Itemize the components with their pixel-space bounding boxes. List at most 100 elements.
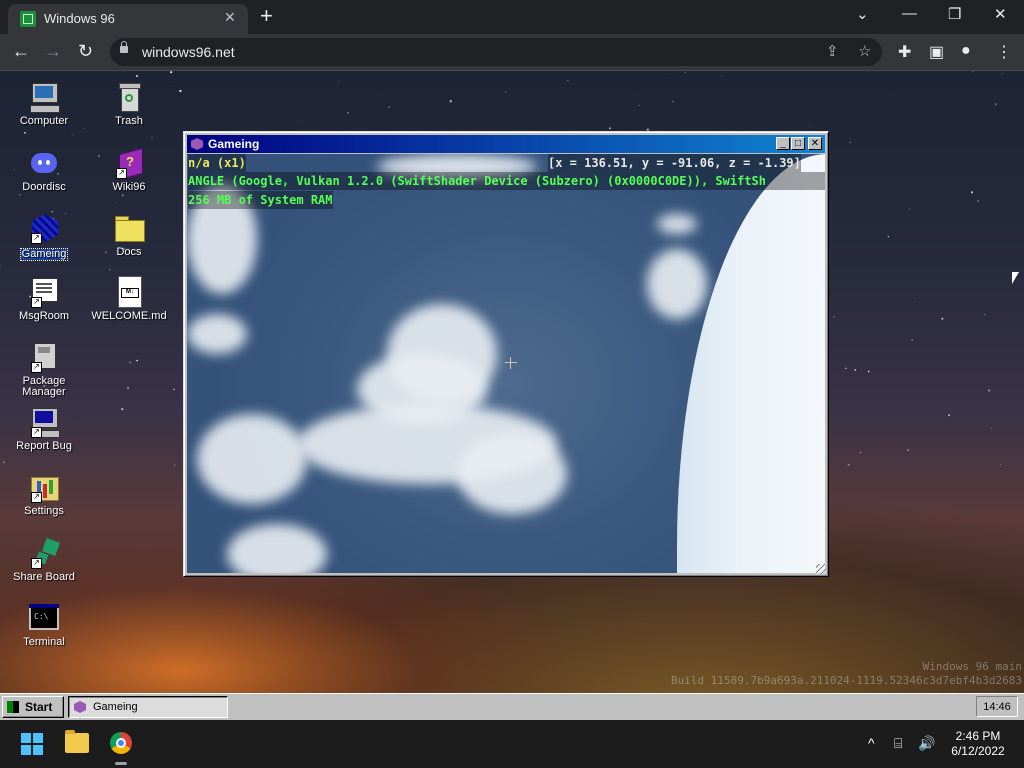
star	[18, 194, 21, 196]
back-button[interactable]: ←	[12, 41, 30, 61]
game-viewport[interactable]: n/a (x1) [x = 136.51, y = -91.06, z = -1…	[187, 154, 825, 573]
desktop-icon-label: Settings	[24, 505, 64, 517]
desktop-icon-gameing[interactable]: ↗ Gameing	[6, 212, 82, 262]
chrome-menu-icon[interactable]: ⋮	[996, 42, 1012, 62]
hud-mode: n/a (x1)	[188, 154, 246, 172]
star	[505, 91, 507, 93]
star	[849, 141, 851, 144]
desktop-icon-label: Share Board	[13, 571, 75, 583]
star	[338, 81, 339, 83]
share-icon[interactable]: ⇪	[826, 42, 839, 60]
star	[999, 463, 1002, 466]
gameing-cube-icon: ↗	[28, 212, 60, 244]
taskbar-item-gameing[interactable]: Gameing	[68, 696, 228, 718]
star	[567, 80, 569, 82]
star	[867, 370, 870, 373]
restore-button[interactable]: ❐	[948, 5, 961, 23]
desktop-icon-welcome-md[interactable]: M↓ WELCOME.md	[91, 276, 167, 322]
hud-coordinates: [x = 136.51, y = -91.06, z = -1.39]	[548, 154, 801, 172]
desktop-icon-settings[interactable]: ↗ Settings	[6, 471, 82, 517]
mouse-cursor-icon	[1012, 272, 1019, 284]
file-explorer-icon[interactable]	[65, 730, 89, 753]
close-window-button[interactable]: ✕	[994, 5, 1007, 23]
watermark-line-1: Windows 96 main	[922, 660, 1022, 673]
lock-icon[interactable]	[120, 41, 128, 53]
desktop-icon-docs[interactable]: Docs	[91, 212, 167, 258]
computer-icon	[28, 81, 60, 113]
windows-start-icon[interactable]	[21, 733, 43, 755]
resize-grip[interactable]	[816, 564, 826, 574]
window-minimize-button[interactable]: _	[776, 137, 790, 150]
star	[173, 388, 175, 391]
terminal-icon: C:\	[28, 602, 60, 634]
star	[121, 408, 124, 411]
desktop-icon-wiki96[interactable]: ? ↗ Wiki96	[91, 147, 167, 193]
desktop-icon-computer[interactable]: Computer	[6, 81, 82, 127]
reload-button[interactable]: ↻	[78, 41, 93, 61]
desktop-icon-trash[interactable]: Trash	[91, 81, 167, 127]
tray-overflow-chevron-icon[interactable]: ^	[868, 735, 875, 751]
star	[990, 427, 992, 429]
star	[970, 191, 974, 194]
star	[638, 104, 640, 107]
window-titlebar[interactable]: Gameing _ □ ✕	[187, 135, 825, 153]
hud-renderer: ANGLE (Google, Vulkan 1.2.0 (SwiftShader…	[188, 172, 825, 190]
side-panel-icon[interactable]: ▣	[929, 42, 944, 62]
minimize-button[interactable]: —	[902, 5, 917, 22]
browser-tab[interactable]: Windows 96 ✕	[8, 4, 248, 34]
settings-icon: ↗	[28, 471, 60, 503]
gameing-task-icon	[74, 701, 86, 713]
star	[887, 236, 889, 238]
extensions-icon[interactable]: ✚	[898, 42, 911, 62]
star	[909, 208, 911, 210]
star	[907, 449, 909, 451]
share-board-icon: ↗	[28, 537, 60, 569]
new-tab-button[interactable]: +	[260, 4, 273, 28]
desktop-icon-share-board[interactable]: ↗ Share Board	[6, 537, 82, 583]
profile-icon[interactable]: ●	[961, 42, 971, 60]
star	[720, 76, 722, 78]
star	[672, 100, 674, 103]
win96-desktop[interactable]: Computer Doordisc ↗ Gameing ↗ MsgRoom ↗ …	[0, 71, 1024, 693]
star	[809, 125, 810, 127]
desktop-icon-report-bug[interactable]: ↗ Report Bug	[6, 406, 82, 452]
gameing-window[interactable]: Gameing _ □ ✕ n/a (x1) [x = 136.51, y = …	[183, 131, 829, 577]
star	[24, 131, 26, 134]
system-clock[interactable]: 2:46 PM 6/12/2022	[950, 729, 1006, 759]
forward-button[interactable]: →	[44, 41, 62, 61]
tab-search-icon[interactable]: ⌄	[856, 5, 869, 23]
star	[994, 103, 997, 106]
windows-taskbar: ^ ⌸ 🔊 2:46 PM 6/12/2022	[0, 720, 1024, 768]
close-tab-icon[interactable]: ✕	[224, 9, 236, 26]
desktop-icon-label: Doordisc	[22, 181, 66, 193]
desktop-icon-doordisc[interactable]: Doordisc	[6, 147, 82, 193]
star	[136, 359, 139, 362]
star	[847, 463, 850, 466]
start-label: Start	[25, 700, 53, 714]
gameing-window-icon	[191, 138, 203, 150]
desktop-icon-package-manager[interactable]: ↗ Package Manager	[6, 341, 82, 398]
win96-clock[interactable]: 14:46	[976, 696, 1018, 717]
crosshair-icon	[505, 357, 517, 369]
start-button[interactable]: Start	[2, 696, 64, 718]
desktop-icon-label: Gameing	[19, 248, 69, 261]
star	[170, 71, 173, 74]
star	[449, 100, 452, 103]
volume-icon[interactable]: 🔊	[918, 735, 935, 752]
network-icon[interactable]: ⌸	[894, 735, 902, 752]
star	[915, 298, 916, 299]
url-text[interactable]: windows96.net	[142, 44, 235, 60]
chrome-taskbar-icon[interactable]	[110, 732, 132, 754]
desktop-icon-label: WELCOME.md	[91, 310, 167, 322]
tab-title: Windows 96	[44, 11, 115, 26]
desktop-icon-label: Terminal	[23, 636, 65, 648]
discord-icon	[28, 147, 60, 179]
window-maximize-button[interactable]: □	[791, 137, 805, 150]
bookmark-star-icon[interactable]: ☆	[858, 42, 871, 60]
window-close-button[interactable]: ✕	[808, 137, 822, 150]
desktop-icon-terminal[interactable]: C:\ Terminal	[6, 602, 82, 648]
star	[854, 368, 857, 371]
desktop-icon-msgroom[interactable]: ↗ MsgRoom	[6, 276, 82, 322]
star	[71, 135, 73, 136]
address-bar[interactable]: windows96.net ⇪ ☆	[110, 38, 882, 66]
